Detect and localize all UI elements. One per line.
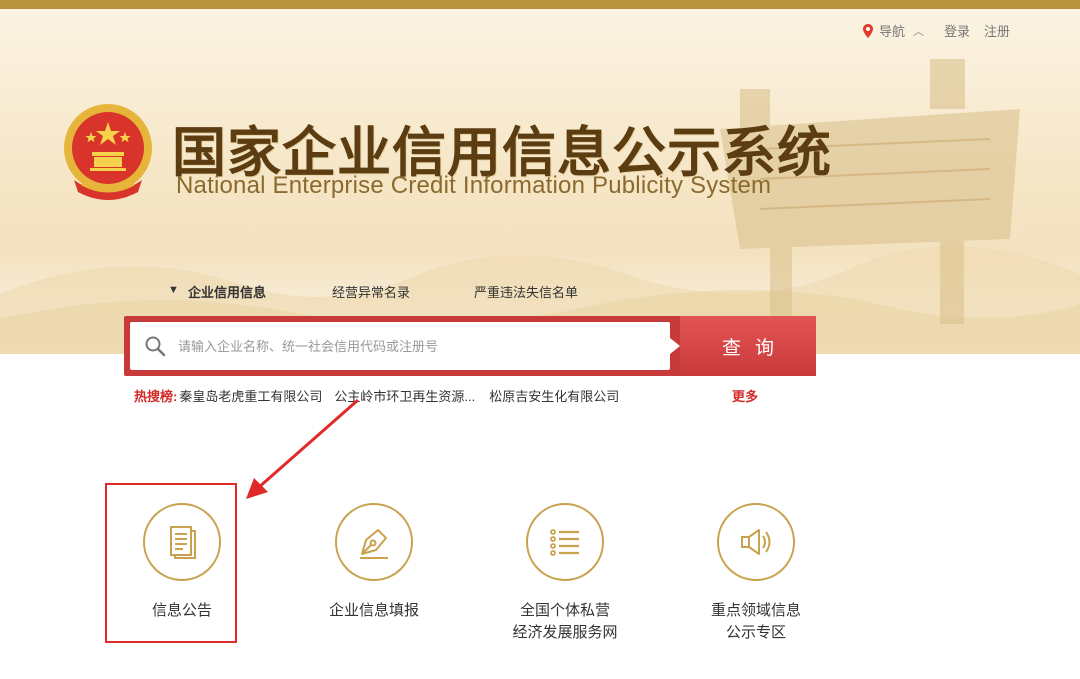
search-tabs: ▼ 企业信用信息 经营异常名录 严重违法失信名单 (168, 282, 578, 301)
triangle-down-icon: ▼ (168, 284, 179, 296)
register-link[interactable]: 注册 (984, 21, 1010, 40)
service-label: 全国个体私营 经济发展服务网 (512, 602, 618, 641)
tab-blacklist[interactable]: 严重违法失信名单 (474, 282, 578, 301)
search-arrow-decoration (670, 338, 680, 354)
hot-search-item[interactable]: 秦皇岛老虎重工有限公司 (179, 386, 322, 405)
search-bar: 查询 (124, 316, 816, 376)
hot-search-label: 热搜榜: (134, 389, 178, 404)
tab-enterprise-credit[interactable]: ▼ 企业信用信息 (168, 282, 266, 301)
hot-search-item[interactable]: 公主岭市环卫再生资源... (334, 386, 475, 405)
tab-abnormal-list[interactable]: 经营异常名录 (332, 282, 410, 301)
search-input[interactable] (178, 328, 658, 364)
service-icon-circle (717, 503, 795, 581)
hot-search-more-link[interactable]: 更多 (732, 386, 758, 405)
tab-label: 企业信用信息 (188, 285, 267, 300)
annotation-highlight-box (105, 483, 237, 643)
pen-nib-icon (360, 529, 388, 559)
top-strip (0, 0, 1080, 9)
site-title-en: National Enterprise Credit Information P… (176, 172, 772, 199)
login-link[interactable]: 登录 (944, 21, 970, 40)
list-icon (550, 529, 579, 556)
service-label: 重点领域信息 公示专区 (710, 602, 801, 641)
service-key-areas[interactable]: 重点领域信息 公示专区 (676, 503, 836, 644)
search-icon (145, 336, 166, 357)
hot-search-item[interactable]: 松原吉安生化有限公司 (489, 386, 619, 405)
service-icon-circle (335, 503, 413, 581)
search-box (130, 322, 670, 370)
national-emblem-icon (64, 104, 152, 200)
search-button[interactable]: 查询 (680, 316, 816, 376)
service-private-economy[interactable]: 全国个体私营 经济发展服务网 (485, 503, 645, 644)
chevron-up-icon[interactable]: ︿ (913, 23, 924, 39)
service-enterprise-report[interactable]: 企业信息填报 (294, 503, 454, 622)
nav-menu-label[interactable]: 导航 (879, 21, 905, 40)
hot-search-row: 热搜榜: 秦皇岛老虎重工有限公司 公主岭市环卫再生资源... 松原吉安生化有限公司 更… (134, 386, 758, 405)
top-nav: 导航 ︿ 登录 注册 (862, 21, 1010, 40)
location-pin-icon (862, 23, 873, 38)
service-icon-circle (526, 503, 604, 581)
service-label: 企业信息填报 (328, 602, 419, 619)
speaker-icon (741, 529, 771, 555)
